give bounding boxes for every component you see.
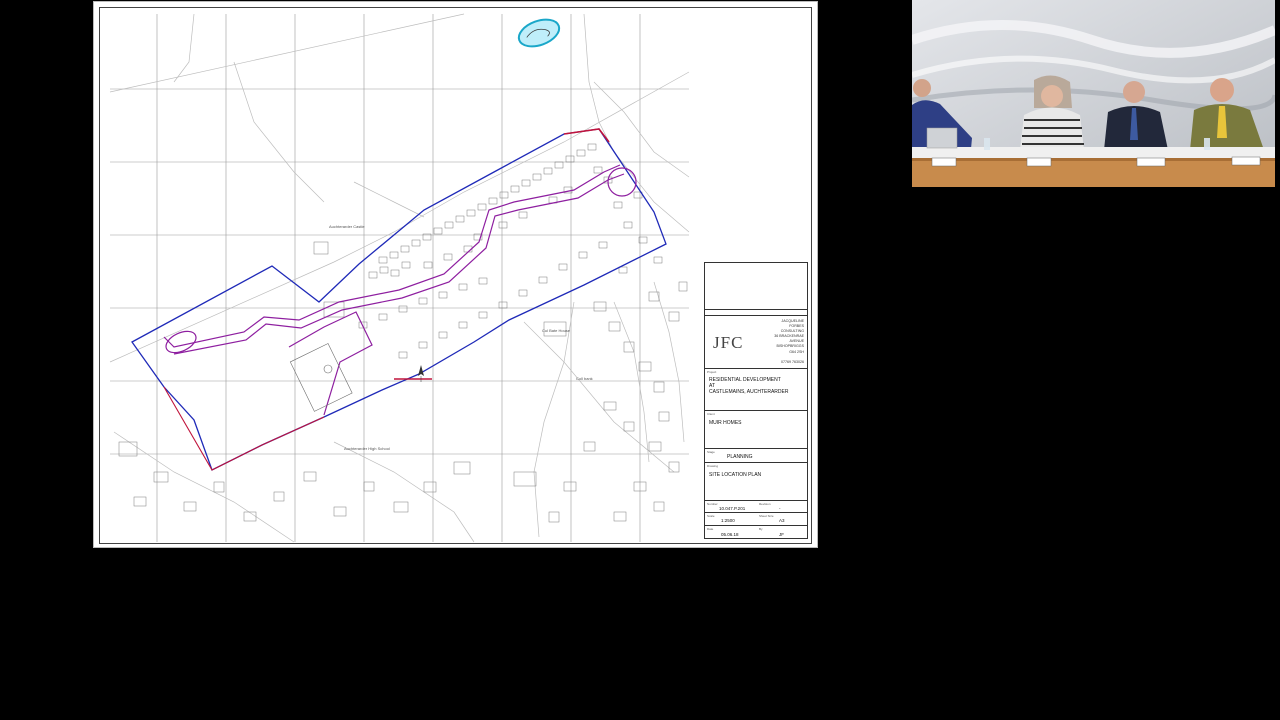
number-tag: Number <box>707 502 718 506</box>
scale-row: Scale 1:2500 Sheet Size A3 <box>705 512 807 525</box>
revision-value: - <box>779 506 781 511</box>
webcam-feed <box>912 0 1275 187</box>
number-row: Number 10.047.P.201 Revision - <box>705 500 807 512</box>
stage-tag: Stage <box>707 450 715 454</box>
date-value: 05.06.18 <box>721 532 739 537</box>
date-row: Date 05.06.18 By JF <box>705 525 807 540</box>
scale-tag: Scale <box>707 514 715 518</box>
drawing-section: Drawing SITE LOCATION PLAN <box>705 462 807 500</box>
client-section: Client MUIR HOMES <box>705 410 807 448</box>
client-name: MUIR HOMES <box>709 420 742 426</box>
title-block-divider <box>705 315 807 316</box>
sheet-tag: Sheet Size <box>759 514 774 518</box>
drawing-number: 10.047.P.201 <box>719 506 746 511</box>
revision-tag: Revision <box>759 502 771 506</box>
drawing-title-block: JFC JACQUELINE FORBES CONSULTING 36 BRAC… <box>704 262 808 539</box>
stage-value: PLANNING <box>727 454 753 460</box>
jfc-logo: JFC <box>713 333 744 352</box>
sheet-value: A3 <box>779 518 785 523</box>
committee-video-frame <box>912 0 1275 187</box>
by-tag: By <box>759 527 763 531</box>
project-line: RESIDENTIAL DEVELOPMENT <box>709 377 781 383</box>
date-tag: Date <box>707 527 714 531</box>
firm-line: 07769 763026 <box>781 359 804 364</box>
project-line: CASTLEMAINS, AUCHTERARDER <box>709 389 789 395</box>
project-tag: Project <box>707 370 717 374</box>
drawing-tag: Drawing <box>707 464 719 468</box>
by-value: JF <box>779 532 784 537</box>
title-block-divider <box>705 309 807 310</box>
drawing-name: SITE LOCATION PLAN <box>709 472 762 478</box>
presentation-slide: Auchterarder Castle Auchterarder High Sc… <box>93 1 818 548</box>
firm-address: JACQUELINE FORBES CONSULTING 36 BRACKENR… <box>764 319 804 365</box>
scale-value: 1:2500 <box>721 518 735 523</box>
project-section: Project RESIDENTIAL DEVELOPMENT AT CASTL… <box>705 368 807 410</box>
stage-section: Stage PLANNING <box>705 448 807 462</box>
client-tag: Client <box>707 412 715 416</box>
